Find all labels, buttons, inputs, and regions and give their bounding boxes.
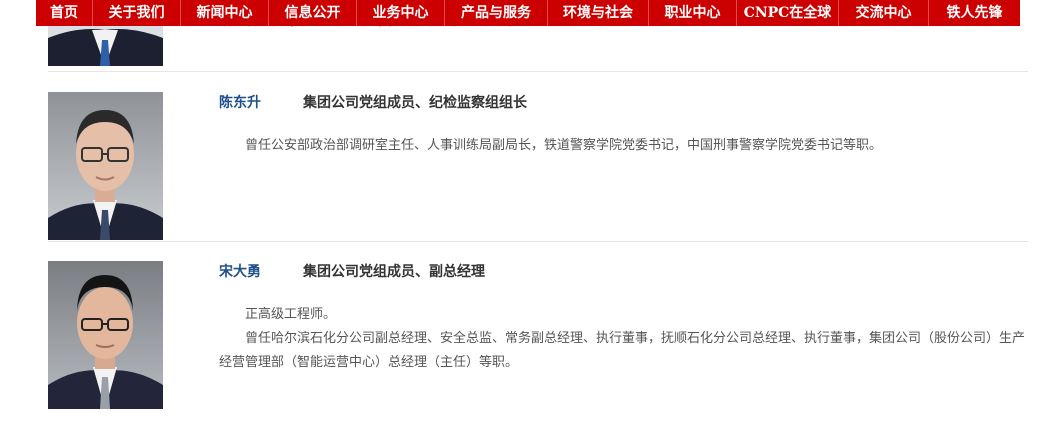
leader-bio-paragraph: 正高级工程师。 [245,307,337,322]
main-nav: 首页 关于我们 新闻中心 信息公开 业务中心 产品与服务 环境与社会 职业中心 … [36,0,1020,26]
leader-name: 陈东升 [219,95,261,111]
nav-item-exchange[interactable]: 交流中心 [839,0,929,26]
leader-bio-paragraph: 曾任哈尔滨石化分公司副总经理、安全总监、常务副总经理、执行董事，抚顺石化分公司总… [219,331,1026,370]
leader-photo [48,92,163,240]
nav-item-pioneer[interactable]: 铁人先锋 [929,0,1020,26]
nav-item-about[interactable]: 关于我们 [93,0,181,26]
leader-name: 宋大勇 [219,264,261,280]
nav-item-products[interactable]: 产品与服务 [445,0,548,26]
nav-item-business[interactable]: 业务中心 [357,0,445,26]
nav-item-environment[interactable]: 环境与社会 [548,0,649,26]
nav-item-news[interactable]: 新闻中心 [181,0,269,26]
nav-item-career[interactable]: 职业中心 [649,0,737,26]
nav-item-global[interactable]: CNPC在全球 [737,0,839,26]
nav-item-home[interactable]: 首页 [36,0,93,26]
leader-photo [48,261,163,409]
divider [48,241,1028,242]
leader-title: 集团公司党组成员、纪检监察组组长 [303,95,527,111]
divider [48,71,1028,72]
nav-item-info[interactable]: 信息公开 [269,0,357,26]
leader-title: 集团公司党组成员、副总经理 [303,264,485,280]
leader-bio: 曾任公安部政治部调研室主任、人事训练局副局长，铁道警察学院党委书记，中国刑事警察… [219,134,1029,158]
leader-bio-paragraph: 曾任公安部政治部调研室主任、人事训练局副局长，铁道警察学院党委书记，中国刑事警察… [245,138,883,153]
leader-bio: 正高级工程师。 曾任哈尔滨石化分公司副总经理、安全总监、常务副总经理、执行董事，… [219,303,1029,375]
